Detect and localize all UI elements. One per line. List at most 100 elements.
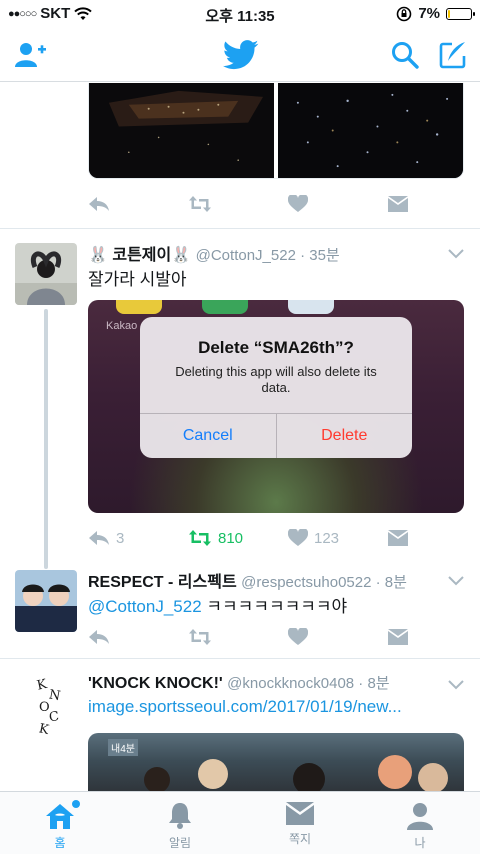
handle-and-time: @respectsuho0522 · 8분 xyxy=(241,574,407,591)
reply-icon xyxy=(89,197,109,211)
bell-icon xyxy=(169,803,191,829)
profile-icon xyxy=(407,803,433,830)
home-timeline[interactable]: 🐰 코튼제이🐰 @CottonJ_522 · 35분 잘가라 시발아 Kakao… xyxy=(0,83,480,791)
app-tile-light xyxy=(288,300,334,314)
tweet-media-screenshot[interactable]: Kakao Delete “SMA26th”? Deleting this ap… xyxy=(88,300,464,513)
display-name[interactable]: 'KNOCK KNOCK!' xyxy=(88,675,223,692)
chevron-down-icon[interactable] xyxy=(448,576,464,586)
retweet-icon xyxy=(189,629,211,645)
crowd-lights-image xyxy=(278,83,463,178)
avatar-logo: K N O C K xyxy=(15,673,77,735)
like-button[interactable]: 123 xyxy=(288,529,388,547)
photo-person xyxy=(293,763,325,791)
reply-count: 3 xyxy=(116,529,125,547)
battery-icon xyxy=(446,7,475,20)
home-icon xyxy=(46,804,74,829)
tweet-media-photo[interactable]: 내4분 xyxy=(88,733,464,791)
notification-dot xyxy=(72,800,80,808)
compose-button[interactable] xyxy=(436,38,470,72)
avatar-photo xyxy=(15,570,77,632)
envelope-icon xyxy=(388,196,408,212)
retweet-button[interactable] xyxy=(188,628,288,646)
photo-person xyxy=(144,767,170,791)
app-tile-yellow xyxy=(116,300,162,314)
compose-icon xyxy=(439,42,466,69)
tab-label: 홈 xyxy=(54,836,66,850)
tweet-divider xyxy=(0,658,480,659)
direct-message-button[interactable] xyxy=(388,629,428,645)
envelope-icon xyxy=(388,530,408,546)
concert-photo-image xyxy=(89,83,274,178)
tab-label: 나 xyxy=(414,836,426,850)
tweet-actions xyxy=(88,190,428,218)
reply-button[interactable] xyxy=(88,195,188,213)
reply-button[interactable]: 3 xyxy=(88,529,188,547)
avatar[interactable]: K N O C K xyxy=(15,673,77,735)
alert-cancel-button: Cancel xyxy=(140,414,277,458)
tweet-actions: 3 810 123 xyxy=(88,524,428,552)
avatar[interactable] xyxy=(15,570,77,632)
chevron-down-icon[interactable] xyxy=(448,249,464,259)
delete-app-alert: Delete “SMA26th”? Deleting this app will… xyxy=(140,317,412,458)
tweet-header: 🐰 코튼제이🐰 @CottonJ_522 · 35분 xyxy=(88,241,440,265)
alert-title: Delete “SMA26th”? xyxy=(198,338,354,357)
like-button[interactable] xyxy=(288,628,388,646)
search-button[interactable] xyxy=(388,38,422,72)
like-button[interactable] xyxy=(288,195,388,213)
twitter-bird-icon xyxy=(223,40,259,70)
tab-label: 알림 xyxy=(168,836,192,850)
display-name[interactable]: 🐰 코튼제이🐰 xyxy=(88,247,191,264)
add-user-icon xyxy=(15,43,46,67)
retweet-count: 810 xyxy=(218,529,244,547)
direct-message-button[interactable] xyxy=(388,530,428,546)
reply-icon xyxy=(89,531,109,545)
twitter-logo[interactable] xyxy=(222,38,260,72)
battery-group: 7% xyxy=(396,5,475,22)
concert-photo-right[interactable] xyxy=(278,83,463,178)
photo-person xyxy=(418,763,448,791)
tweet-text-content: ㅋㅋㅋㅋㅋㅋㅋㅋ야 xyxy=(201,597,348,616)
heart-icon xyxy=(288,529,308,546)
alert-message: Deleting this app will also delete its d… xyxy=(175,364,377,395)
tweet-link[interactable]: image.sportsseoul.com/2017/01/19/new... xyxy=(88,697,464,717)
top-nav-bar xyxy=(0,28,480,82)
add-user-button[interactable] xyxy=(14,38,48,72)
tweet-media-photos[interactable] xyxy=(88,83,464,179)
photo-person xyxy=(378,755,412,789)
alert-delete-button: Delete xyxy=(321,427,368,444)
status-bar: ●●○○○ SKT 오후 11:35 7% xyxy=(0,0,480,28)
envelope-icon xyxy=(388,629,408,645)
tweet-header: RESPECT - 리스펙트 @respectsuho0522 · 8분 xyxy=(88,568,440,592)
bottom-tab-bar: 홈 알림 쪽지 나 xyxy=(0,791,480,854)
rotation-lock-icon xyxy=(397,6,412,21)
tab-messages[interactable]: 쪽지 xyxy=(240,792,360,854)
handle-and-time: @CottonJ_522 · 35분 xyxy=(195,247,340,264)
tweet-header: 'KNOCK KNOCK!' @knockknock0408 · 8분 xyxy=(88,672,440,693)
tab-notifications[interactable]: 알림 xyxy=(120,792,240,854)
retweet-icon xyxy=(189,196,211,212)
reply-button[interactable] xyxy=(88,628,188,646)
tweet-text: @CottonJ_522 ㅋㅋㅋㅋㅋㅋㅋㅋ야 xyxy=(88,592,464,617)
alert-buttons: Cancel Delete xyxy=(140,413,412,458)
heart-icon xyxy=(288,628,308,645)
app-label: Kakao xyxy=(106,320,138,332)
photo-sign-text: 내4분 xyxy=(108,739,138,756)
retweet-button[interactable]: 810 xyxy=(188,529,288,547)
tab-profile[interactable]: 나 xyxy=(360,792,480,854)
tweet-text: 잘가라 시발아 xyxy=(88,270,187,289)
message-icon xyxy=(286,802,314,825)
tweet-actions xyxy=(88,623,428,651)
mention-link[interactable]: @CottonJ_522 xyxy=(88,597,202,616)
retweet-button[interactable] xyxy=(188,195,288,213)
thread-line xyxy=(44,309,48,569)
tab-label: 쪽지 xyxy=(288,832,312,846)
chevron-down-icon[interactable] xyxy=(448,680,464,690)
avatar[interactable] xyxy=(15,243,77,305)
direct-message-button[interactable] xyxy=(388,196,428,212)
reply-icon xyxy=(89,630,109,644)
display-name[interactable]: RESPECT - 리스펙트 xyxy=(88,574,237,591)
concert-photo-left[interactable] xyxy=(89,83,274,178)
heart-icon xyxy=(288,195,308,212)
search-icon xyxy=(392,42,419,69)
tab-home[interactable]: 홈 xyxy=(0,792,120,854)
